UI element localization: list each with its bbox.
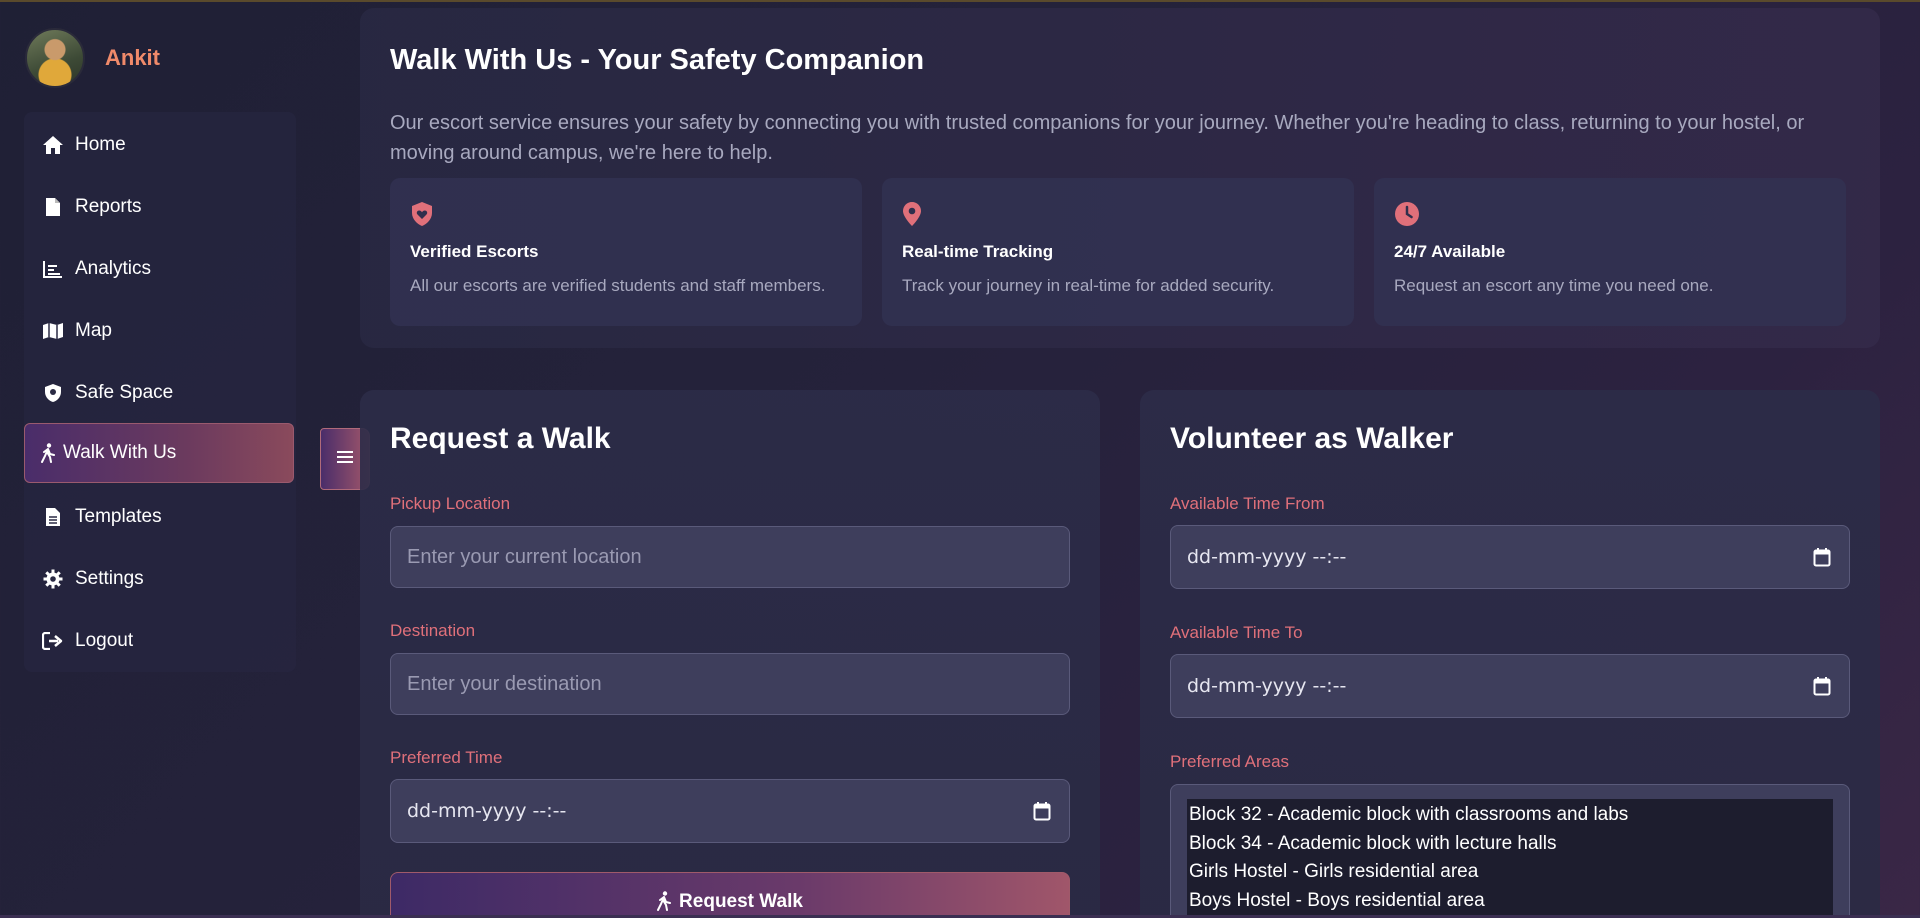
preferred-areas-label: Preferred Areas — [1170, 752, 1290, 771]
shield-icon — [41, 383, 65, 403]
feature-title: Verified Escorts — [410, 242, 539, 261]
datetime-value: dd-mm-yyyy --:-- — [1187, 546, 1347, 568]
sidebar-item-reports[interactable]: Reports — [25, 177, 295, 237]
volunteer-title: Volunteer as Walker — [1170, 422, 1454, 455]
area-option[interactable]: Boys Hostel - Boys residential area — [1189, 887, 1831, 916]
sidebar-item-label: Walk With Us — [63, 442, 177, 463]
feature-card-verified: Verified Escorts All our escorts are ver… — [390, 178, 862, 326]
sidebar-item-map[interactable]: Map — [25, 301, 295, 361]
file-lines-icon — [41, 507, 65, 527]
destination-label: Destination — [390, 621, 476, 640]
walking-icon — [657, 891, 672, 918]
preferred-time-label: Preferred Time — [390, 748, 503, 767]
feature-description: Track your journey in real-time for adde… — [902, 276, 1275, 295]
sidebar-item-label: Analytics — [75, 258, 152, 279]
hero-description: Our escort service ensures your safety b… — [390, 112, 1805, 164]
request-walk-panel: Request a Walk Pickup Location Enter you… — [360, 390, 1100, 918]
feature-card-tracking: Real-time Tracking Track your journey in… — [882, 178, 1354, 326]
sidebar-item-templates[interactable]: Templates — [25, 487, 295, 547]
clock-icon — [1394, 200, 1826, 228]
page-title: Walk With Us - Your Safety Companion — [390, 44, 925, 76]
area-option[interactable]: Block 34 - Academic block with lecture h… — [1189, 830, 1831, 859]
calendar-icon[interactable] — [1033, 801, 1051, 826]
feature-card-availability: 24/7 Available Request an escort any tim… — [1374, 178, 1846, 326]
sidebar-item-label: Map — [75, 320, 112, 341]
calendar-icon[interactable] — [1813, 676, 1831, 701]
logout-icon — [41, 632, 65, 650]
area-option[interactable]: Block 32 - Academic block with classroom… — [1189, 801, 1831, 830]
sidebar-item-label: Logout — [75, 630, 134, 651]
preferred-time-input[interactable]: dd-mm-yyyy --:-- — [390, 779, 1070, 843]
user-name: Ankit — [105, 45, 160, 70]
avatar[interactable] — [25, 28, 85, 88]
feature-title: 24/7 Available — [1394, 242, 1506, 261]
sidebar-item-label: Settings — [75, 568, 144, 589]
sidebar-item-analytics[interactable]: Analytics — [25, 239, 295, 299]
datetime-value: dd-mm-yyyy --:-- — [407, 800, 567, 822]
sidebar-item-label: Reports — [75, 196, 142, 217]
pickup-location-input[interactable]: Enter your current location — [390, 526, 1070, 588]
datetime-value: dd-mm-yyyy --:-- — [1187, 675, 1347, 697]
sidebar-item-label: Safe Space — [75, 382, 174, 403]
gear-icon — [41, 569, 65, 589]
time-to-input[interactable]: dd-mm-yyyy --:-- — [1170, 654, 1850, 718]
hamburger-icon — [336, 449, 354, 470]
pickup-label: Pickup Location — [390, 494, 511, 513]
sidebar-item-safe-space[interactable]: Safe Space — [25, 363, 295, 423]
request-walk-label: Request Walk — [679, 891, 803, 912]
home-icon — [41, 135, 65, 155]
time-from-label: Available Time From — [1170, 494, 1325, 513]
preferred-areas-select[interactable]: Block 32 - Academic block with classroom… — [1170, 784, 1850, 918]
sidebar: Ankit Home Reports Analytics Map Safe Sp… — [0, 0, 320, 918]
chart-icon — [41, 260, 65, 278]
shield-heart-icon — [410, 200, 842, 228]
calendar-icon[interactable] — [1813, 547, 1831, 572]
request-walk-title: Request a Walk — [390, 422, 611, 455]
sidebar-item-label: Home — [75, 134, 126, 155]
time-to-label: Available Time To — [1170, 623, 1303, 642]
destination-input[interactable]: Enter your destination — [390, 653, 1070, 715]
user-profile[interactable]: Ankit — [25, 28, 160, 88]
feature-title: Real-time Tracking — [902, 242, 1054, 261]
request-walk-button[interactable]: Request Walk — [390, 872, 1070, 918]
areas-list: Block 32 - Academic block with classroom… — [1187, 799, 1833, 918]
feature-description: All our escorts are verified students an… — [410, 276, 826, 295]
hero-section: Walk With Us - Your Safety Companion Our… — [360, 8, 1880, 348]
sidebar-item-settings[interactable]: Settings — [25, 549, 295, 609]
sidebar-item-walk-with-us[interactable]: Walk With Us — [24, 423, 294, 483]
file-icon — [41, 197, 65, 217]
volunteer-panel: Volunteer as Walker Available Time From … — [1140, 390, 1880, 918]
sidebar-item-home[interactable]: Home — [25, 115, 295, 175]
area-option[interactable]: Girls Hostel - Girls residential area — [1189, 858, 1831, 887]
location-pin-icon — [902, 200, 1334, 228]
sidebar-item-logout[interactable]: Logout — [25, 611, 295, 671]
sidebar-item-label: Templates — [75, 506, 162, 527]
map-icon — [41, 322, 65, 340]
walking-icon — [41, 443, 55, 463]
feature-description: Request an escort any time you need one. — [1394, 276, 1714, 295]
sidebar-nav: Home Reports Analytics Map Safe Space Wa… — [24, 112, 296, 672]
time-from-input[interactable]: dd-mm-yyyy --:-- — [1170, 525, 1850, 589]
